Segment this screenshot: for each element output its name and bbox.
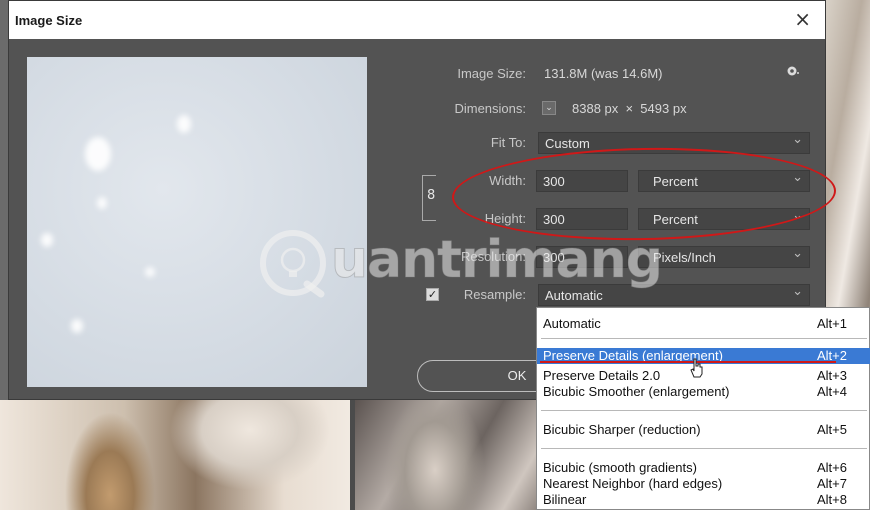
menu-item-bicubic-smoother[interactable]: Bicubic Smoother (enlargement) Alt+4 [537, 384, 870, 400]
resolution-unit-select[interactable]: Pixels/Inch [638, 246, 810, 268]
dimensions-value: 8388 px × 5493 px [572, 101, 687, 116]
menu-item-bicubic-sharper[interactable]: Bicubic Sharper (reduction) Alt+5 [537, 422, 870, 438]
preview-bokeh [71, 319, 83, 333]
fit-to-value: Custom [545, 136, 590, 151]
preview-bokeh [85, 137, 111, 171]
resolution-input[interactable]: 300 [536, 246, 628, 268]
image-size-label: Image Size: [457, 66, 526, 81]
menu-item-shortcut: Alt+8 [817, 492, 847, 507]
menu-item-label: Automatic [543, 316, 601, 331]
image-size-value: 131.8M (was 14.6M) [544, 66, 663, 81]
link-icon[interactable]: 8 [427, 188, 437, 206]
dialog-titlebar: Image Size × [9, 1, 825, 39]
hand-cursor-icon [690, 358, 703, 378]
dimensions-label: Dimensions: [454, 101, 526, 116]
close-icon[interactable]: × [794, 9, 811, 29]
menu-item-shortcut: Alt+4 [817, 384, 847, 399]
menu-separator [541, 410, 867, 411]
fit-to-label: Fit To: [490, 135, 526, 150]
menu-item-shortcut: Alt+7 [817, 476, 847, 491]
menu-item-shortcut: Alt+5 [817, 422, 847, 437]
dialog-title: Image Size [15, 12, 83, 28]
ok-label: OK [507, 368, 527, 383]
menu-item-automatic[interactable]: Automatic Alt+1 [537, 316, 870, 332]
resolution-value: 300 [543, 250, 565, 265]
resample-value: Automatic [545, 288, 603, 303]
menu-item-label: Bilinear [543, 492, 587, 507]
resolution-label: Resolution: [460, 249, 526, 264]
annotation-underline [540, 361, 836, 363]
resolution-unit-value: Pixels/Inch [653, 250, 716, 265]
menu-item-bicubic[interactable]: Bicubic (smooth gradients) Alt+6 [537, 460, 870, 476]
menu-item-bilinear[interactable]: Bilinear Alt+8 [537, 492, 870, 508]
menu-item-shortcut: Alt+6 [817, 460, 847, 475]
preview-bokeh [41, 233, 53, 247]
preview-bokeh [97, 197, 107, 209]
resample-select[interactable]: Automatic [538, 284, 810, 306]
preview-bokeh [177, 115, 191, 133]
canvas-photo-bottom-left [0, 400, 355, 510]
menu-item-shortcut: Alt+1 [817, 316, 847, 331]
image-preview[interactable] [27, 57, 367, 387]
menu-separator [541, 448, 867, 449]
menu-separator [541, 338, 867, 339]
menu-item-nearest-neighbor[interactable]: Nearest Neighbor (hard edges) Alt+7 [537, 476, 870, 492]
canvas-photo-bottom-mid [355, 400, 540, 510]
menu-item-label: Bicubic Sharper (reduction) [543, 422, 701, 437]
gear-icon[interactable] [785, 64, 799, 78]
menu-item-shortcut: Alt+3 [817, 368, 847, 383]
menu-item-label: Bicubic (smooth gradients) [543, 460, 697, 475]
menu-item-label: Preserve Details 2.0 [543, 368, 661, 383]
preview-bokeh [145, 267, 155, 277]
dimensions-dropdown-toggle[interactable]: ⌄ [542, 101, 556, 115]
resample-label: Resample: [463, 287, 526, 302]
menu-item-label: Nearest Neighbor (hard edges) [543, 476, 723, 491]
chevron-down-icon: ⌄ [545, 103, 553, 113]
menu-item-label: Bicubic Smoother (enlargement) [543, 384, 730, 399]
resample-menu: Automatic Alt+1 Preserve Details (enlarg… [536, 307, 870, 510]
